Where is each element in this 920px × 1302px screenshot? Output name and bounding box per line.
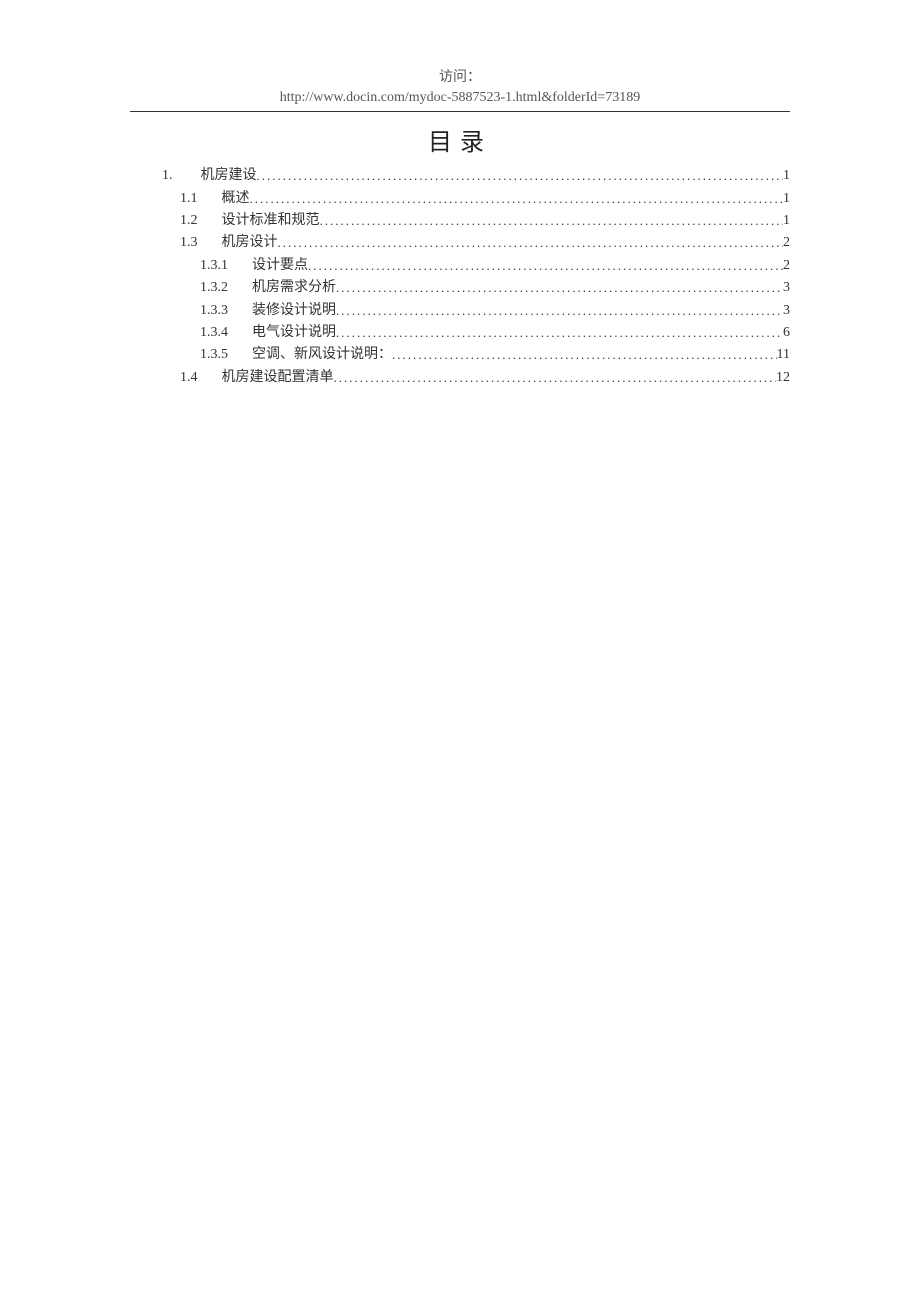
toc-entry-number: 1.2 [180, 210, 198, 232]
toc-entry-number: 1.3.5 [200, 344, 228, 366]
toc-entry-number: 1. [162, 165, 173, 187]
toc-entry-label: 设计要点 [252, 255, 308, 277]
toc-entry-number: 1.4 [180, 367, 198, 389]
toc-entry-number: 1.1 [180, 188, 198, 210]
toc-entry: 1.3.1 设计要点 2 [130, 255, 790, 277]
header-line-2: http://www.docin.com/mydoc-5887523-1.htm… [130, 88, 790, 108]
toc-entry: 1.3 机房设计 2 [130, 232, 790, 254]
toc-leader-dots [336, 323, 783, 344]
header-line-1: 访问： [130, 68, 790, 88]
toc-entry: 1.3.2 机房需求分析 3 [130, 277, 790, 299]
toc-entry-page: 1 [783, 210, 790, 232]
toc-entry-page: 1 [783, 165, 790, 187]
toc-leader-dots [257, 166, 784, 187]
toc-entry: 1.3.5 空调、新风设计说明： 11 [130, 344, 790, 366]
toc-leader-dots [392, 345, 777, 366]
toc-leader-dots [320, 211, 784, 232]
toc-entry-label: 设计标准和规范 [222, 210, 320, 232]
toc-entry: 1.4 机房建设配置清单 12 [130, 367, 790, 389]
toc-entry-label: 机房建设配置清单 [222, 367, 334, 389]
toc-leader-dots [336, 301, 783, 322]
toc-entry-page: 2 [783, 232, 790, 254]
toc-entry-label: 电气设计说明 [252, 322, 336, 344]
toc-entry-page: 3 [783, 300, 790, 322]
toc-leader-dots [308, 256, 783, 277]
toc-entry-page: 2 [783, 255, 790, 277]
page-header: 访问： http://www.docin.com/mydoc-5887523-1… [130, 68, 790, 112]
document-page: 访问： http://www.docin.com/mydoc-5887523-1… [0, 0, 920, 389]
toc-leader-dots [278, 233, 784, 254]
toc-entry: 1.1 概述 1 [130, 188, 790, 210]
toc-entry-number: 1.3.4 [200, 322, 228, 344]
toc-entry-label: 装修设计说明 [252, 300, 336, 322]
toc-entry: 1. 机房建设 1 [130, 165, 790, 187]
toc-entry: 1.2 设计标准和规范 1 [130, 210, 790, 232]
toc-leader-dots [250, 189, 784, 210]
toc-entry: 1.3.3 装修设计说明 3 [130, 300, 790, 322]
toc-leader-dots [334, 368, 777, 389]
toc-entry-page: 1 [783, 188, 790, 210]
toc-entry-page: 6 [783, 322, 790, 344]
toc-entry-number: 1.3.3 [200, 300, 228, 322]
toc-entry-page: 12 [776, 367, 790, 389]
toc-entry-label: 机房建设 [201, 165, 257, 187]
toc-entry-label: 概述 [222, 188, 250, 210]
toc-entry-number: 1.3.2 [200, 277, 228, 299]
toc-list: 1. 机房建设 1 1.1 概述 1 1.2 设计标准和规范 1 1.3 机房设… [130, 165, 790, 389]
toc-entry: 1.3.4 电气设计说明 6 [130, 322, 790, 344]
toc-entry-label: 机房设计 [222, 232, 278, 254]
toc-entry-page: 11 [777, 344, 790, 366]
toc-leader-dots [336, 278, 783, 299]
toc-entry-label: 空调、新风设计说明： [252, 344, 392, 366]
toc-entry-page: 3 [783, 277, 790, 299]
toc-title: 目录 [130, 122, 790, 157]
toc-entry-number: 1.3.1 [200, 255, 228, 277]
toc-entry-number: 1.3 [180, 232, 198, 254]
toc-entry-label: 机房需求分析 [252, 277, 336, 299]
